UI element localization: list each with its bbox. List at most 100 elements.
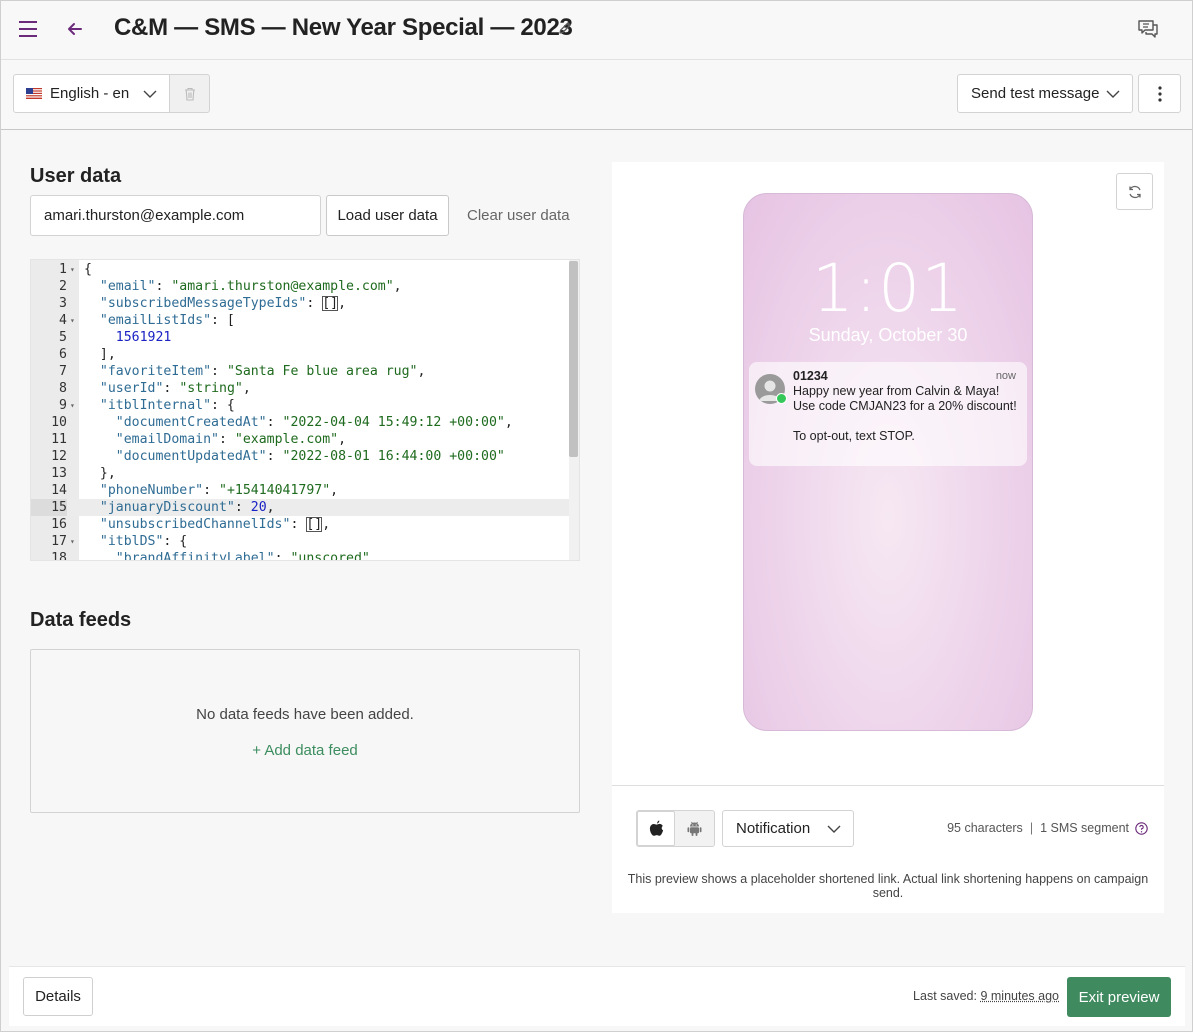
sms-segment-count: 1 SMS segment xyxy=(1040,821,1129,835)
android-platform-button[interactable] xyxy=(675,811,713,846)
code-line[interactable]: 15 "januaryDiscount": 20, xyxy=(31,499,571,516)
us-flag-icon xyxy=(26,88,42,99)
link-shortening-note: This preview shows a placeholder shorten… xyxy=(627,872,1149,900)
code-line[interactable]: 13 }, xyxy=(31,465,571,482)
code-line[interactable]: 10 "documentCreatedAt": "2022-04-04 15:4… xyxy=(31,414,571,431)
code-line[interactable]: 9 ▾ "itblInternal": { xyxy=(31,397,571,414)
refresh-preview-button[interactable] xyxy=(1116,173,1153,210)
code-token: "favoriteItem" xyxy=(99,364,212,379)
code-token: : xyxy=(274,551,291,561)
editor-scrollbar-thumb[interactable] xyxy=(569,261,578,457)
code-token: "2022-04-04 15:49:12 +00:00" xyxy=(282,415,505,430)
back-arrow-icon[interactable] xyxy=(65,19,85,39)
code-token: , xyxy=(504,415,513,430)
language-label: English - en xyxy=(50,85,130,102)
lockscreen-time: 1:01 xyxy=(811,250,965,327)
code-token: : [ xyxy=(211,313,235,328)
details-button[interactable]: Details xyxy=(23,977,93,1016)
line-number: 15 xyxy=(31,499,67,516)
code-text: "userId": "string", xyxy=(84,380,251,397)
code-line[interactable]: 14 "phoneNumber": "+15414041797", xyxy=(31,482,571,499)
code-line[interactable]: 8 "userId": "string", xyxy=(31,380,571,397)
notification-body: Happy new year from Calvin & Maya! Use c… xyxy=(793,384,1017,443)
chevron-down-icon xyxy=(143,88,157,100)
hamburger-menu-icon[interactable] xyxy=(19,20,39,38)
code-text: "subscribedMessageTypeIds": [], xyxy=(84,295,346,312)
code-text: "itblInternal": { xyxy=(84,397,235,414)
code-line[interactable]: 3 "subscribedMessageTypeIds": [], xyxy=(31,295,571,312)
send-test-message-button[interactable]: Send test message xyxy=(957,74,1133,113)
code-token: , xyxy=(330,483,339,498)
code-token: , xyxy=(266,500,275,515)
delete-language-button[interactable] xyxy=(169,74,210,113)
code-token: "januaryDiscount" xyxy=(99,500,235,515)
sms-notification: 01234 now Happy new year from Calvin & M… xyxy=(749,362,1027,466)
code-token: "emailListIds" xyxy=(99,313,212,328)
code-token: "itblDS" xyxy=(99,534,164,549)
fold-toggle-icon[interactable]: ▾ xyxy=(70,261,79,278)
clear-user-data-link[interactable]: Clear user data xyxy=(467,207,570,224)
code-token: : xyxy=(203,483,219,498)
code-line[interactable]: 18 "brandAffinityLabel": "unscored" xyxy=(31,550,571,561)
code-text: "januaryDiscount": 20, xyxy=(84,499,275,516)
code-line[interactable]: 6 ], xyxy=(31,346,571,363)
code-line[interactable]: 2 "email": "amari.thurston@example.com", xyxy=(31,278,571,295)
notification-sender: 01234 xyxy=(793,369,828,383)
messages-app-badge-icon xyxy=(776,393,787,404)
fold-toggle-icon[interactable]: ▾ xyxy=(70,397,79,414)
code-token: : xyxy=(234,500,251,515)
code-token: "phoneNumber" xyxy=(99,483,204,498)
help-icon[interactable] xyxy=(1135,821,1148,835)
code-token: "documentCreatedAt" xyxy=(115,415,267,430)
code-token: "brandAffinityLabel" xyxy=(115,551,275,561)
fold-toggle-icon[interactable]: ▾ xyxy=(70,312,79,329)
code-text: 1561921 xyxy=(84,329,172,346)
code-token: "amari.thurston@example.com" xyxy=(171,279,394,294)
code-token: , xyxy=(338,296,347,311)
code-token: "2022-08-01 16:44:00 +00:00" xyxy=(282,449,505,464)
chevron-down-icon xyxy=(1106,88,1120,100)
ios-platform-button[interactable] xyxy=(637,811,675,846)
user-email-input[interactable] xyxy=(30,195,321,236)
code-token: : xyxy=(290,517,307,532)
code-text: "brandAffinityLabel": "unscored" xyxy=(84,550,370,561)
editor-scrollbar[interactable] xyxy=(569,260,579,560)
code-token: , xyxy=(322,517,331,532)
language-select[interactable]: English - en xyxy=(13,74,170,113)
code-line[interactable]: 4 ▾ "emailListIds": [ xyxy=(31,312,571,329)
pencil-icon[interactable] xyxy=(557,20,573,36)
code-token: "unsubscribedChannelIds" xyxy=(99,517,291,532)
user-data-json-editor[interactable]: 1 ▾{2 "email": "amari.thurston@example.co… xyxy=(30,259,580,561)
more-options-button[interactable] xyxy=(1138,74,1181,113)
line-number: 6 xyxy=(59,347,67,362)
code-line[interactable]: 1 ▾ { xyxy=(31,261,571,278)
code-line[interactable]: 17 ▾ "itblDS": { xyxy=(31,533,571,550)
fold-toggle-icon[interactable]: ▾ xyxy=(70,533,79,550)
line-number: 3 xyxy=(59,296,67,311)
separator: | xyxy=(1029,821,1034,835)
last-saved-label: Last saved: xyxy=(913,989,977,1003)
add-data-feed-link[interactable]: + Add data feed xyxy=(31,742,579,759)
data-feeds-title: Data feeds xyxy=(30,609,132,631)
load-user-data-button[interactable]: Load user data xyxy=(326,195,449,236)
comments-icon[interactable] xyxy=(1137,18,1159,40)
code-line[interactable]: 16 "unsubscribedChannelIds": [], xyxy=(31,516,571,533)
exit-preview-button[interactable]: Exit preview xyxy=(1067,977,1171,1017)
code-text: "email": "amari.thurston@example.com", xyxy=(84,278,402,295)
preview-view-select[interactable]: Notification xyxy=(722,810,854,847)
code-lines: 1 ▾{2 "email": "amari.thurston@example.co… xyxy=(31,261,571,561)
code-line[interactable]: 11 "emailDomain": "example.com", xyxy=(31,431,571,448)
code-line[interactable]: 7 "favoriteItem": "Santa Fe blue area ru… xyxy=(31,363,571,380)
code-text: "phoneNumber": "+15414041797", xyxy=(84,482,338,499)
code-line[interactable]: 12 "documentUpdatedAt": "2022-08-01 16:4… xyxy=(31,448,571,465)
code-token: "Santa Fe blue area rug" xyxy=(226,364,418,379)
code-text: ], xyxy=(84,346,116,363)
code-line[interactable]: 5 1561921 xyxy=(31,329,571,346)
